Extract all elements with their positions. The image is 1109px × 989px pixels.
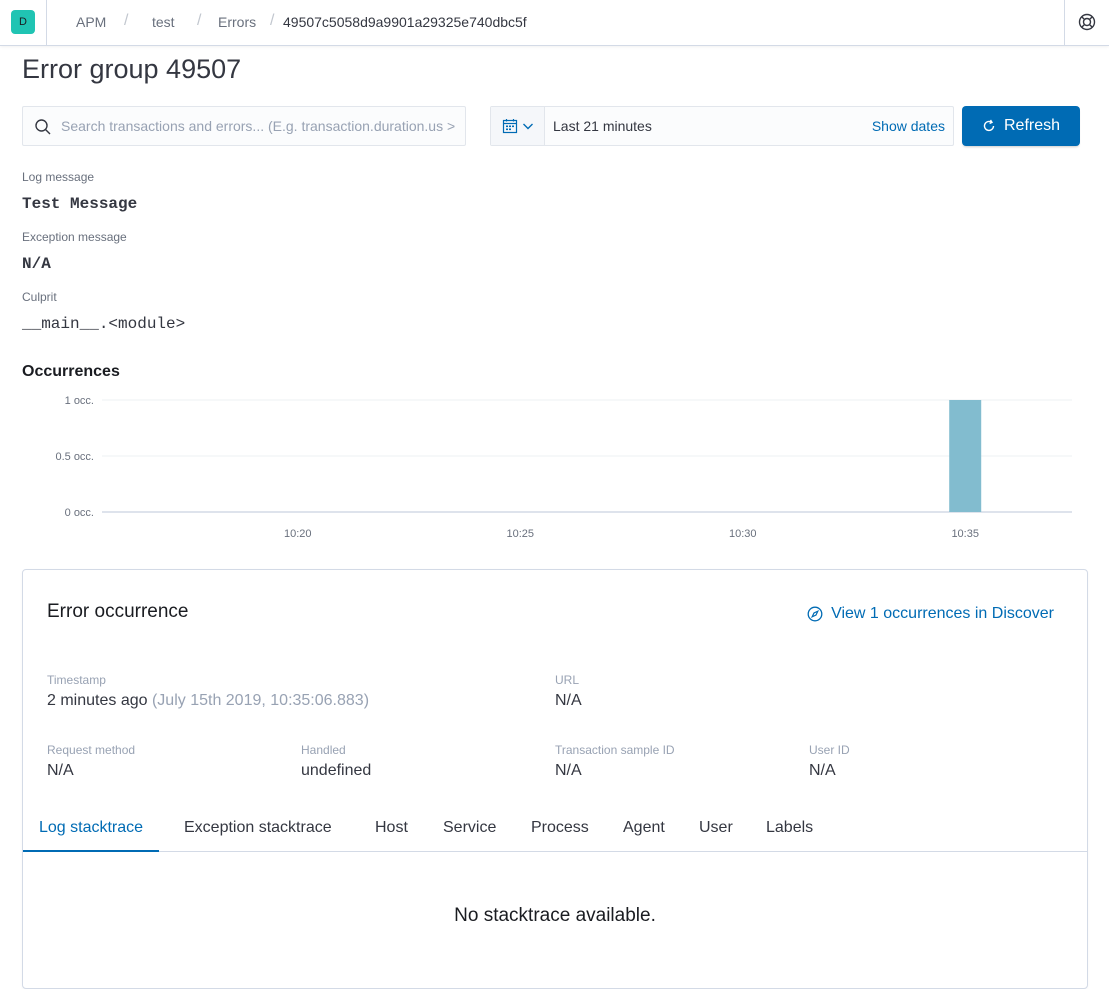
refresh-label: Refresh [1003, 117, 1061, 134]
y-tick-label: 0 occ. [65, 507, 94, 519]
tab-labels[interactable]: Labels [750, 810, 829, 852]
tab-service[interactable]: Service [427, 810, 512, 852]
error-occurrence-title: Error occurrence [47, 601, 189, 622]
url-value: N/A [555, 692, 582, 709]
tab-process[interactable]: Process [515, 810, 605, 852]
breadcrumb-errors[interactable]: Errors [218, 14, 256, 30]
search-input[interactable] [61, 107, 457, 145]
occurrences-title: Occurrences [22, 363, 120, 380]
nav-divider [1064, 0, 1065, 46]
x-tick-label: 10:35 [951, 528, 979, 540]
tab-user[interactable]: User [683, 810, 749, 852]
tab-agent[interactable]: Agent [607, 810, 681, 852]
view-in-discover-link[interactable]: View 1 occurrences in Discover [807, 605, 1054, 623]
request-method-value: N/A [47, 762, 74, 779]
help-icon[interactable] [1077, 12, 1097, 32]
search-bar [22, 106, 466, 146]
tab-host[interactable]: Host [359, 810, 424, 852]
timestamp-label: Timestamp [47, 673, 106, 687]
error-occurrence-panel: Error occurrence View 1 occurrences in D… [22, 569, 1088, 989]
timestamp-absolute: (July 15th 2019, 10:35:06.883) [151, 692, 370, 709]
top-nav-bar: D APM / test / Errors / 49507c5058d9a990… [0, 0, 1109, 46]
timestamp-relative: 2 minutes ago [47, 692, 148, 709]
log-message-label: Log message [22, 170, 95, 184]
log-message-value: Test Message [22, 195, 138, 213]
y-tick-label: 0.5 occ. [55, 451, 94, 463]
breadcrumb-apm[interactable]: APM [76, 14, 106, 30]
refresh-button[interactable]: Refresh [962, 106, 1080, 146]
handled-label: Handled [301, 743, 346, 757]
refresh-icon [983, 119, 995, 132]
tab-log-stacktrace[interactable]: Log stacktrace [23, 810, 160, 852]
view-in-discover-label: View 1 occurrences in Discover [831, 605, 1054, 622]
chevron-down-icon [522, 123, 533, 130]
quick-select-button[interactable] [491, 107, 545, 145]
calendar-icon [502, 119, 517, 134]
culprit-label: Culprit [22, 290, 57, 304]
breadcrumb-service[interactable]: test [152, 14, 175, 30]
space-avatar[interactable]: D [11, 10, 35, 34]
y-tick-label: 1 occ. [65, 395, 94, 407]
transaction-sample-id-value: N/A [555, 762, 582, 779]
page-title: Error group 49507 [22, 54, 242, 84]
no-stacktrace-message: No stacktrace available. [454, 905, 656, 926]
breadcrumb-separator: / [124, 12, 129, 29]
breadcrumb-error-id: 49507c5058d9a9901a29325e740dbc5f [283, 14, 527, 30]
occurrences-chart: 0 occ. 0.5 occ. 1 occ. 10:20 10:25 10:30 10:3… [55, 395, 1072, 540]
user-id-label: User ID [809, 743, 850, 757]
handled-value: undefined [301, 762, 372, 779]
detail-tabs: Log stacktrace Exception stacktrace Host… [23, 810, 1087, 852]
x-tick-label: 10:30 [729, 528, 757, 540]
x-tick-label: 10:25 [506, 528, 534, 540]
x-tick-label: 10:20 [284, 528, 312, 540]
date-range-text[interactable]: Last 21 minutes [553, 118, 652, 134]
transaction-sample-id-label: Transaction sample ID [555, 743, 675, 757]
exception-message-value: N/A [22, 255, 51, 273]
breadcrumb-separator: / [197, 12, 202, 29]
exception-message-label: Exception message [22, 230, 127, 244]
occurrence-bar [949, 400, 982, 512]
url-label: URL [555, 673, 580, 687]
timestamp-value: 2 minutes ago (July 15th 2019, 10:35:06.… [47, 692, 369, 710]
request-method-label: Request method [47, 743, 136, 757]
culprit-value: __main__.<module> [22, 315, 186, 333]
show-dates-link[interactable]: Show dates [872, 118, 945, 134]
nav-divider [46, 0, 47, 46]
compass-icon [807, 606, 823, 622]
tab-exception-stacktrace[interactable]: Exception stacktrace [168, 810, 348, 852]
search-icon [35, 119, 51, 135]
date-picker: Last 21 minutes Show dates [490, 106, 954, 146]
user-id-value: N/A [809, 762, 836, 779]
breadcrumb-separator: / [270, 12, 275, 29]
